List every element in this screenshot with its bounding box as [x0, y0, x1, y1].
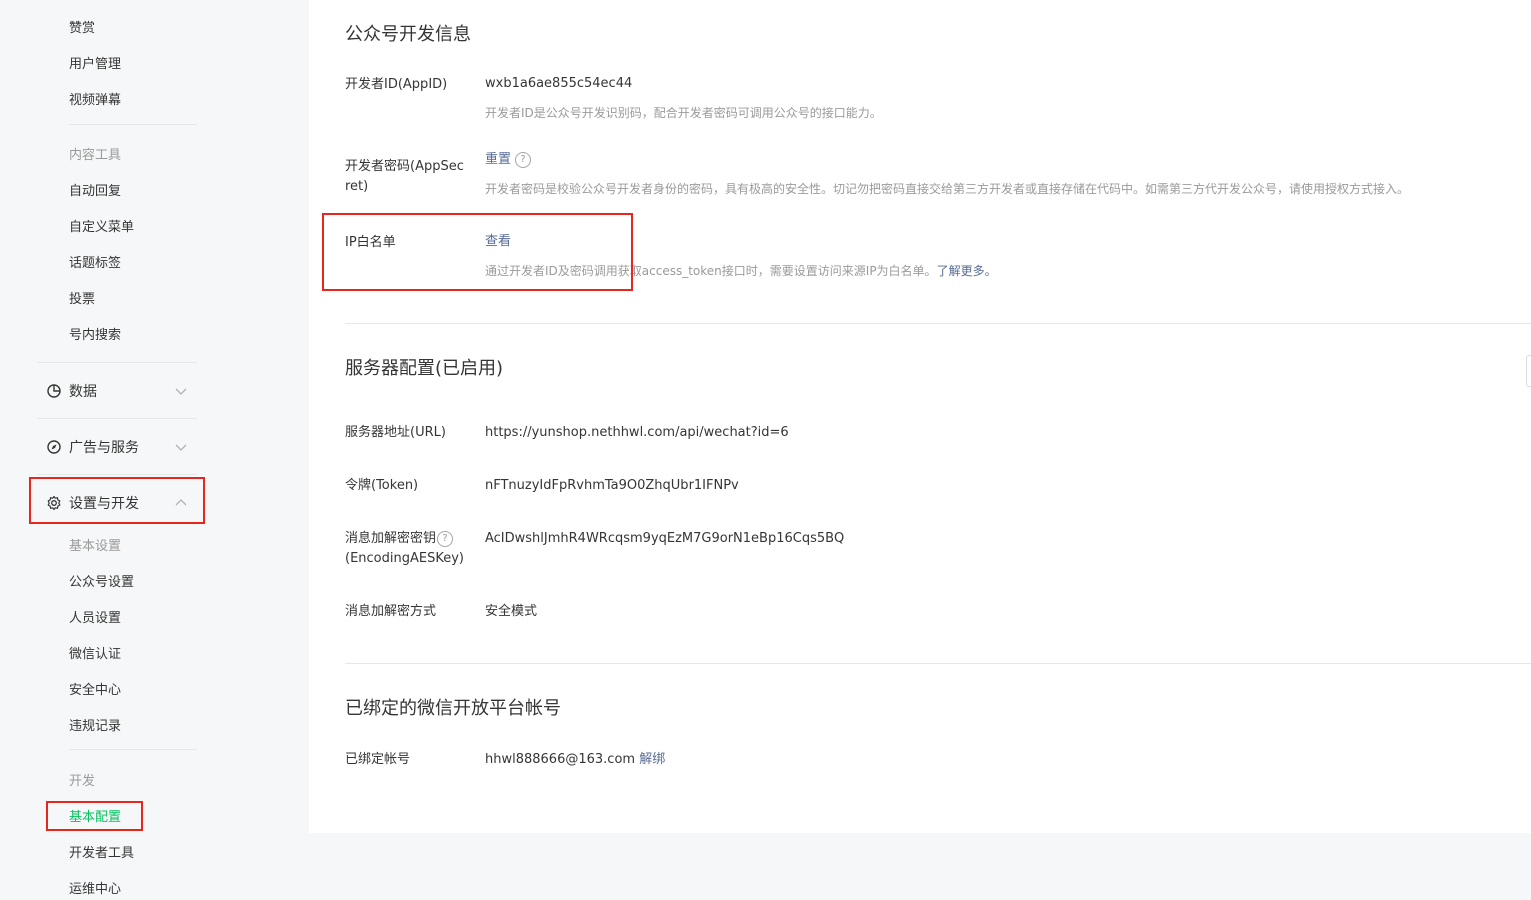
- sidebar-item-auto-reply[interactable]: 自动回复: [69, 180, 121, 199]
- side-tab-handle[interactable]: [1526, 355, 1531, 387]
- sidebar-item-in-account-search[interactable]: 号内搜索: [69, 324, 121, 343]
- field-label-token: 令牌(Token): [345, 478, 419, 493]
- field-value-aes-key: AcIDwshlJmhR4WRcqsm9yqEzM7G9orN1eBp16Cqs…: [485, 531, 845, 546]
- compass-icon: [47, 440, 61, 454]
- chevron-down-icon: [175, 388, 187, 395]
- group-label-basic-settings: 基本设置: [69, 539, 122, 554]
- main-panel: 公众号开发信息 开发者ID(AppID) wxb1a6ae855c54ec44 …: [309, 0, 1531, 833]
- field-label-bound-account: 已绑定帐号: [345, 752, 411, 767]
- section-divider: [345, 323, 1531, 324]
- sidebar-section-label: 广告与服务: [69, 440, 139, 456]
- section-title-dev-info: 公众号开发信息: [345, 24, 471, 45]
- sidebar-section-data[interactable]: 数据: [46, 381, 196, 401]
- sidebar-item-vote[interactable]: 投票: [69, 288, 95, 307]
- reset-secret-link[interactable]: 重置: [485, 152, 511, 167]
- sidebar-item-topic-tags[interactable]: 话题标签: [69, 252, 121, 271]
- learn-more-link[interactable]: 了解更多。: [937, 264, 997, 278]
- divider: [69, 749, 197, 750]
- divider: [37, 418, 197, 419]
- group-label-dev: 开发: [69, 774, 96, 789]
- sidebar-item-security-center[interactable]: 安全中心: [69, 679, 121, 698]
- group-label-content-tools: 内容工具: [69, 148, 122, 163]
- highlight-box: [29, 477, 205, 524]
- field-label-appid: 开发者ID(AppID): [345, 77, 448, 92]
- unbind-link[interactable]: 解绑: [639, 752, 665, 767]
- sidebar-section-ads-services[interactable]: 广告与服务: [46, 437, 196, 457]
- divider: [37, 474, 197, 475]
- chevron-down-icon: [175, 444, 187, 451]
- sidebar: 赞赏 用户管理 视频弹幕 内容工具 自动回复 自定义菜单 话题标签 投票 号内搜…: [0, 0, 308, 900]
- sidebar-item-staff-settings[interactable]: 人员设置: [69, 607, 121, 626]
- field-value-bound-account: hhwl888666@163.com 解绑: [485, 752, 666, 767]
- sidebar-item-custom-menu[interactable]: 自定义菜单: [69, 216, 134, 235]
- sidebar-item-wechat-verification[interactable]: 微信认证: [69, 643, 121, 662]
- section-title-server-config: 服务器配置(已启用): [345, 358, 504, 379]
- sidebar-item-developer-tools[interactable]: 开发者工具: [69, 842, 134, 861]
- field-value-server-url: https://yunshop.nethhwl.com/api/wechat?i…: [485, 425, 789, 440]
- field-label-appsecret: 开发者密码(AppSec ret): [345, 159, 464, 194]
- field-label-aes-key: 消息加解密密钥? (EncodingAESKey): [345, 530, 464, 566]
- help-icon[interactable]: ?: [515, 151, 532, 168]
- highlight-box: [46, 801, 143, 831]
- pie-chart-icon: [47, 384, 61, 398]
- sidebar-item-reward[interactable]: 赞赏: [69, 17, 95, 36]
- sidebar-item-account-settings[interactable]: 公众号设置: [69, 571, 134, 590]
- divider: [69, 124, 197, 125]
- divider: [37, 362, 197, 363]
- field-desc-appsecret: 开发者密码是校验公众号开发者身份的密码，具有极高的安全性。切记勿把密码直接交给第…: [485, 182, 1410, 196]
- field-value-token: nFTnuzyIdFpRvhmTa9O0ZhqUbr1IFNPv: [485, 478, 739, 493]
- sidebar-item-ops-center[interactable]: 运维中心: [69, 878, 121, 897]
- field-value-encrypt-mode: 安全模式: [485, 604, 538, 619]
- field-desc-appid: 开发者ID是公众号开发识别码，配合开发者密码可调用公众号的接口能力。: [485, 106, 882, 120]
- field-label-server-url: 服务器地址(URL): [345, 425, 446, 440]
- section-title-bound-account: 已绑定的微信开放平台帐号: [345, 698, 561, 719]
- highlight-box: [322, 213, 633, 291]
- sidebar-item-violation-records[interactable]: 违规记录: [69, 715, 121, 734]
- sidebar-item-user-management[interactable]: 用户管理: [69, 53, 121, 72]
- field-value-appid: wxb1a6ae855c54ec44: [485, 76, 633, 91]
- help-icon[interactable]: ?: [437, 530, 454, 547]
- field-label-encrypt-mode: 消息加解密方式: [345, 604, 437, 619]
- sidebar-item-video-danmaku[interactable]: 视频弹幕: [69, 89, 121, 108]
- appsecret-actions: 重置?: [485, 150, 532, 170]
- sidebar-section-label: 数据: [69, 384, 97, 400]
- section-divider: [345, 663, 1531, 664]
